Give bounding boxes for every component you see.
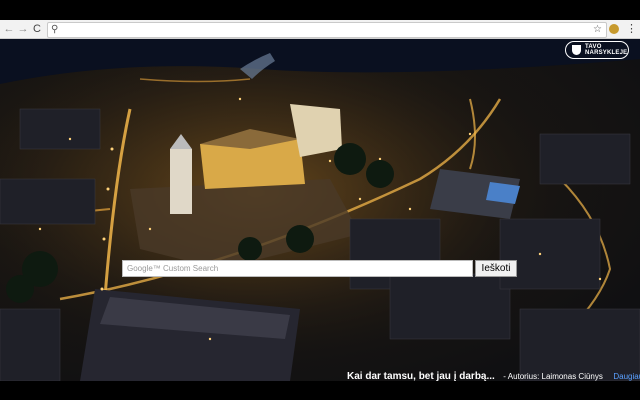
menu-icon[interactable]: ⋮ (626, 20, 637, 38)
search-button[interactable]: Ieškoti (475, 260, 517, 277)
caption-more-link[interactable]: Daugiau... (613, 372, 640, 381)
brand-label: TAVO NARSYKLEJE (585, 44, 627, 56)
address-bar[interactable]: ⚲ ☆ (47, 22, 607, 38)
reload-icon[interactable]: C (31, 20, 43, 38)
city-night-photo (0, 39, 640, 381)
star-icon[interactable]: ☆ (593, 23, 602, 37)
back-arrow-icon[interactable]: ← (3, 20, 15, 38)
brand-badge[interactable]: TAVO NARSYKLEJE (565, 41, 629, 59)
extension-icon[interactable] (609, 24, 619, 34)
background-photo (0, 39, 640, 381)
forward-arrow-icon[interactable]: → (17, 20, 29, 38)
browser-toolbar: ← → C ⚲ ☆ ⋮ (0, 20, 640, 39)
caption-author: - Autorius: Laimonas Ciūnys (503, 372, 603, 381)
window-top-bar (0, 0, 640, 20)
window-bottom-bar (0, 381, 640, 400)
brand-label-line2: NARSYKLEJE (585, 50, 628, 56)
shield-icon (572, 45, 581, 55)
search-icon: ⚲ (51, 24, 59, 35)
search-input[interactable] (122, 260, 473, 277)
